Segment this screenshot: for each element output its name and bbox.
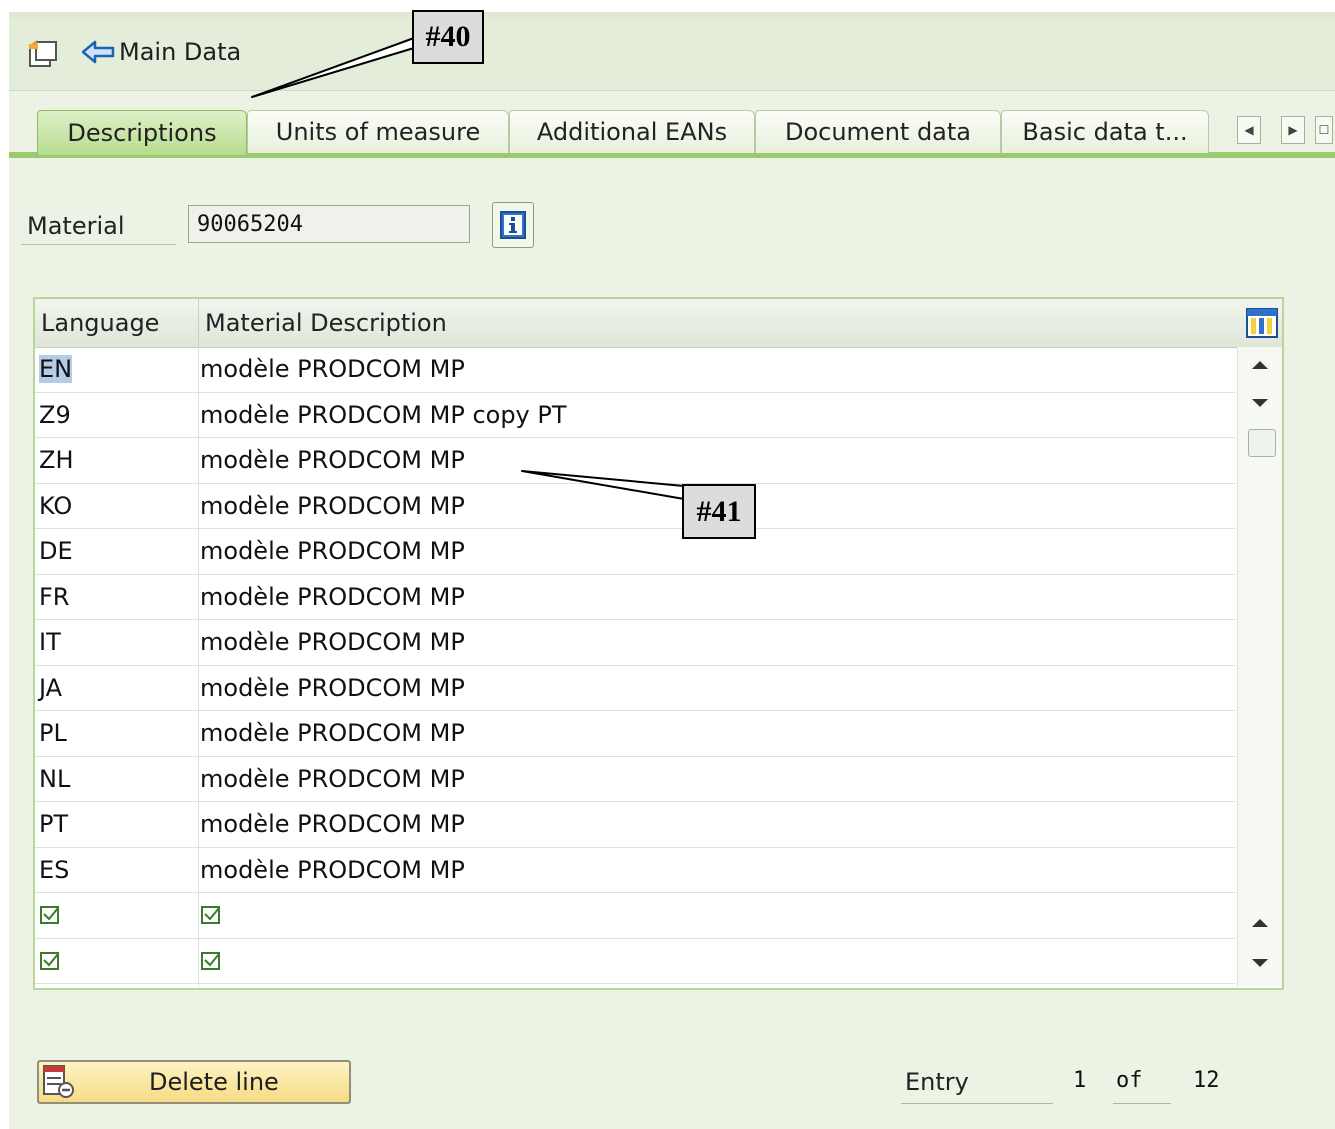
callout-40: #40 [412, 10, 484, 64]
table-row: ES modèle PRODCOM MP [35, 848, 1235, 893]
tab-label: Document data [784, 118, 972, 146]
tab-additional-eans[interactable]: Additional EANs [509, 110, 755, 153]
language-cell[interactable]: EN [37, 347, 199, 392]
entry-of-underline [1113, 1103, 1171, 1104]
language-cell[interactable]: PT [37, 802, 199, 847]
delete-line-button[interactable]: Delete line [37, 1060, 351, 1104]
main-data-label: Main Data [119, 38, 242, 66]
table-row: FR modèle PRODCOM MP [35, 575, 1235, 620]
tab-descriptions[interactable]: Descriptions [37, 110, 247, 155]
tab-units-of-measure[interactable]: Units of measure [247, 110, 509, 153]
tab-label: Units of measure [275, 118, 481, 146]
language-cell[interactable]: NL [37, 757, 199, 802]
input-check-icon [40, 951, 59, 970]
language-cell[interactable]: PL [37, 711, 199, 756]
description-cell[interactable]: modèle PRODCOM MP [200, 757, 1230, 802]
material-label-underline [21, 244, 176, 245]
tab-label: Basic data t... [1022, 118, 1188, 146]
language-cell[interactable]: IT [37, 620, 199, 665]
language-value: EN [39, 355, 73, 384]
entry-current-value: 1 [1073, 1068, 1087, 1093]
info-icon [500, 211, 526, 239]
scroll-page-down-icon[interactable] [1246, 951, 1274, 975]
language-cell[interactable]: ZH [37, 438, 199, 483]
scroll-thumb[interactable] [1248, 429, 1276, 457]
column-settings-icon[interactable] [1246, 308, 1278, 342]
language-cell[interactable]: DE [37, 529, 199, 574]
language-cell-empty[interactable] [37, 893, 199, 938]
scroll-up-icon[interactable] [1246, 353, 1274, 377]
column-header-language[interactable]: Language [35, 299, 198, 347]
table-row: KO modèle PRODCOM MP [35, 484, 1235, 529]
table-row: EN modèle PRODCOM MP [35, 347, 1235, 393]
description-cell-empty[interactable] [200, 893, 1230, 938]
delete-line-label: Delete line [149, 1068, 279, 1096]
language-cell-empty[interactable] [37, 939, 199, 984]
tab-list-icon[interactable]: ☐ [1315, 116, 1333, 144]
language-cell[interactable]: JA [37, 666, 199, 711]
display-change-icon[interactable] [27, 36, 59, 74]
input-check-icon [201, 906, 220, 925]
entry-total-value: 12 [1193, 1068, 1220, 1093]
table-row: DE modèle PRODCOM MP [35, 529, 1235, 575]
language-cell[interactable]: FR [37, 575, 199, 620]
description-cell[interactable]: modèle PRODCOM MP copy PT [200, 393, 1230, 438]
scroll-down-icon[interactable] [1246, 391, 1274, 415]
table-row-empty [35, 893, 1235, 939]
description-cell[interactable]: modèle PRODCOM MP [200, 575, 1230, 620]
entry-underline [901, 1103, 1053, 1104]
tab-label: Descriptions [67, 119, 217, 147]
tab-scroll-left-icon[interactable]: ◀ [1237, 116, 1261, 144]
language-cell[interactable]: KO [37, 484, 199, 529]
language-cell[interactable]: Z9 [37, 393, 199, 438]
table-row: Z9 modèle PRODCOM MP copy PT [35, 393, 1235, 438]
scroll-page-up-icon[interactable] [1246, 911, 1274, 935]
description-cell[interactable]: modèle PRODCOM MP [200, 711, 1230, 756]
entry-of-label: of [1116, 1068, 1143, 1093]
input-check-icon [201, 951, 220, 970]
description-cell-empty[interactable] [200, 939, 1230, 984]
tab-label: Additional EANs [536, 118, 728, 146]
back-arrow-icon [81, 40, 115, 64]
description-cell[interactable]: modèle PRODCOM MP [200, 848, 1230, 893]
table-row: PL modèle PRODCOM MP [35, 711, 1235, 757]
description-cell[interactable]: modèle PRODCOM MP [200, 438, 1230, 483]
sap-screen: Main Data Descriptions Units of measure … [9, 12, 1335, 1129]
tab-document-data[interactable]: Document data [755, 110, 1001, 153]
descriptions-table: Language Material Description EN modèle … [33, 297, 1284, 990]
description-cell[interactable]: modèle PRODCOM MP [200, 666, 1230, 711]
tab-scroll-right-icon[interactable]: ▶ [1281, 116, 1305, 144]
description-cell[interactable]: modèle PRODCOM MP [200, 802, 1230, 847]
entry-label: Entry [905, 1068, 969, 1096]
table-row: PT modèle PRODCOM MP [35, 802, 1235, 848]
main-data-button[interactable]: Main Data [81, 38, 241, 66]
description-cell[interactable]: modèle PRODCOM MP [200, 347, 1230, 392]
table-row: NL modèle PRODCOM MP [35, 757, 1235, 802]
tab-basic-data-text[interactable]: Basic data t... [1001, 110, 1209, 153]
table-header: Language Material Description [35, 299, 1282, 348]
delete-row-icon [43, 1065, 74, 1098]
application-toolbar: Main Data [9, 18, 1335, 91]
table-row: IT modèle PRODCOM MP [35, 620, 1235, 666]
description-cell[interactable]: modèle PRODCOM MP [200, 620, 1230, 665]
callout-41: #41 [682, 484, 756, 539]
material-label: Material [27, 212, 125, 240]
column-header-material-description[interactable]: Material Description [199, 299, 1099, 347]
input-check-icon [40, 906, 59, 925]
table-row: JA modèle PRODCOM MP [35, 666, 1235, 711]
language-cell[interactable]: ES [37, 848, 199, 893]
table-body: EN modèle PRODCOM MP Z9 modèle PRODCOM M… [35, 347, 1235, 984]
table-row-empty [35, 939, 1235, 984]
table-row: ZH modèle PRODCOM MP [35, 438, 1235, 484]
material-field[interactable]: 90065204 [188, 205, 470, 243]
vertical-scrollbar[interactable] [1237, 347, 1282, 987]
info-button[interactable] [492, 202, 534, 248]
